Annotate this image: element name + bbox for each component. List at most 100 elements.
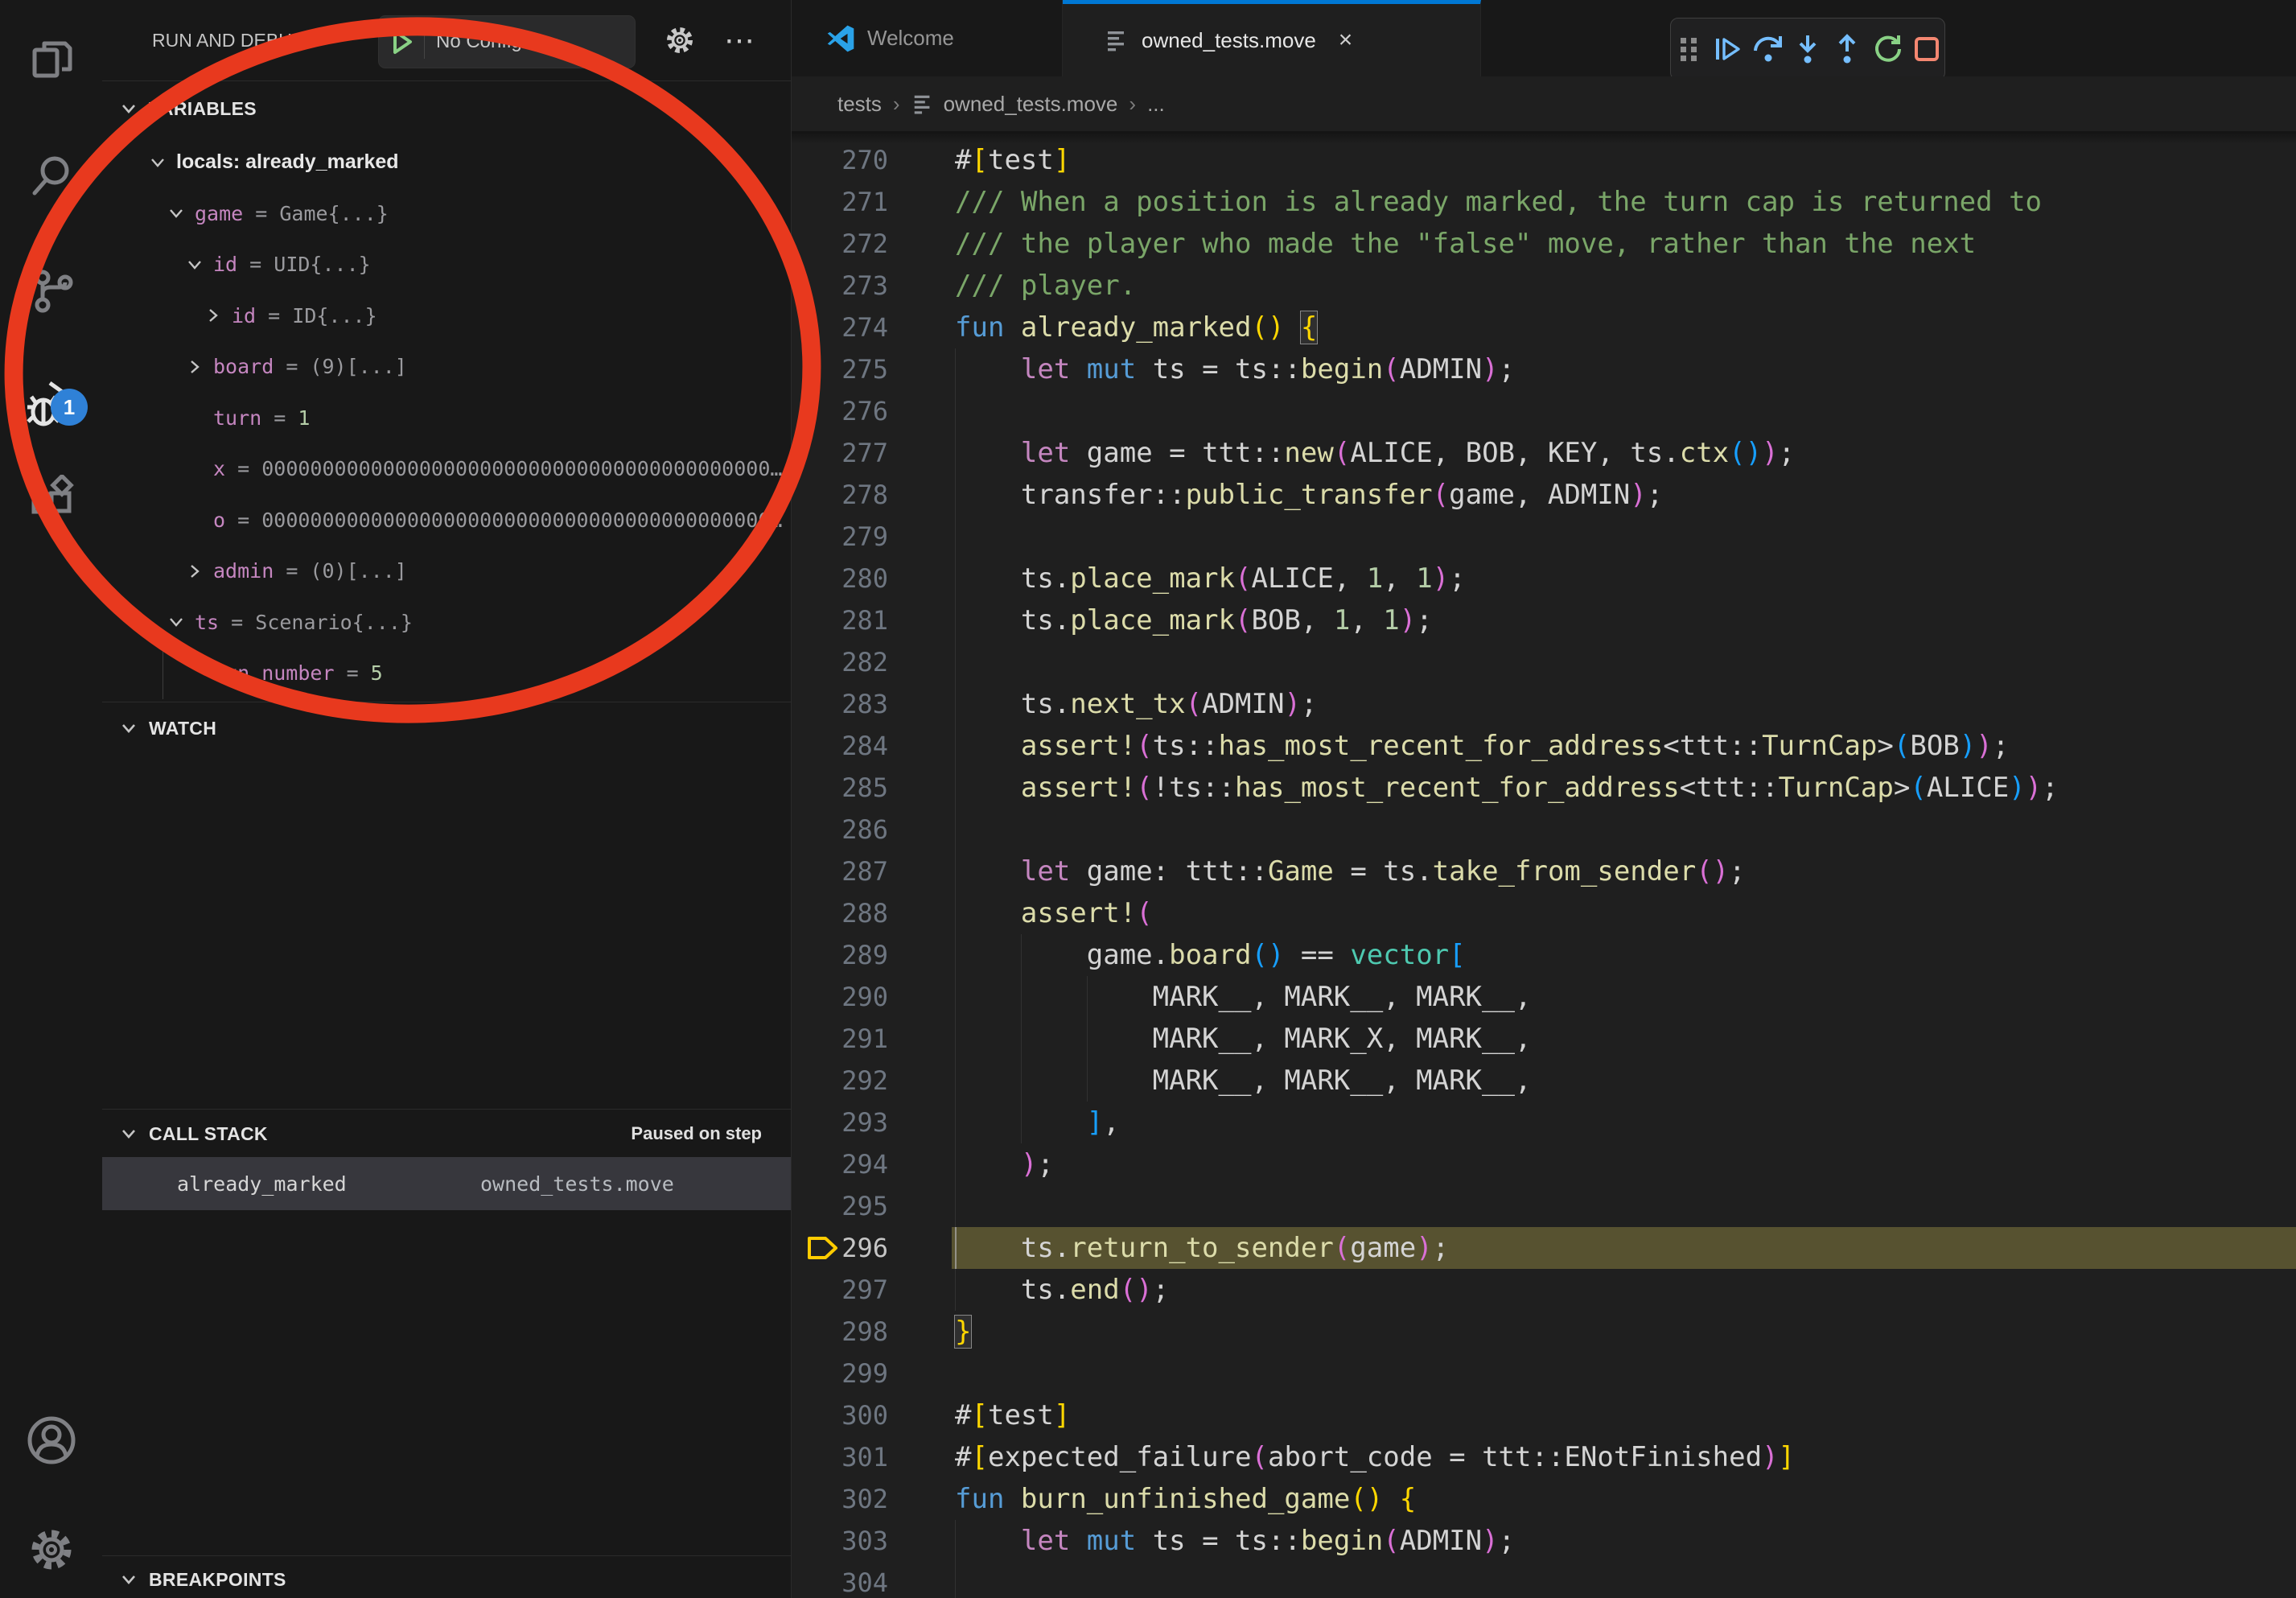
tree-chevron-icon[interactable] xyxy=(184,561,205,582)
code-line[interactable]: 271/// When a position is already marked… xyxy=(792,181,2296,223)
code-line[interactable]: 285 assert!(!ts::has_most_recent_for_add… xyxy=(792,767,2296,809)
breadcrumb-file[interactable]: owned_tests.move xyxy=(944,92,1118,117)
code-line[interactable]: 277 let game = ttt::new(ALICE, BOB, KEY,… xyxy=(792,432,2296,474)
line-number[interactable]: 301 xyxy=(792,1436,888,1478)
variable-row[interactable]: board = (9)[...] xyxy=(102,341,791,393)
tab-owned-tests[interactable]: owned_tests.move × xyxy=(1063,0,1481,76)
line-number[interactable]: 275 xyxy=(792,348,888,390)
code-text[interactable]: fun already_marked() { xyxy=(955,307,1317,348)
variable-row[interactable]: id = UID{...} xyxy=(102,239,791,290)
breadcrumb-symbol[interactable]: ... xyxy=(1147,92,1165,117)
code-line[interactable]: 297 ts.end(); xyxy=(792,1269,2296,1311)
code-line[interactable]: 286 xyxy=(792,809,2296,850)
code-text[interactable]: MARK__, MARK__, MARK__, xyxy=(955,976,1531,1018)
variables-section-header[interactable]: VARIABLES xyxy=(102,80,791,137)
code-text[interactable]: #[test] xyxy=(955,139,1070,181)
variable-row[interactable]: locals: already_marked xyxy=(102,137,791,188)
tab-welcome[interactable]: Welcome xyxy=(792,0,1063,76)
line-number[interactable]: 294 xyxy=(792,1143,888,1185)
line-number[interactable]: 298 xyxy=(792,1311,888,1353)
code-text[interactable]: ); xyxy=(955,1143,1054,1185)
line-number[interactable]: 280 xyxy=(792,558,888,599)
code-line[interactable]: 296 ts.return_to_sender(game); xyxy=(792,1227,2296,1269)
step-out-icon[interactable] xyxy=(1829,27,1865,71)
restart-icon[interactable] xyxy=(1869,27,1904,71)
variable-row[interactable]: txn_number = 5 xyxy=(102,648,791,699)
variable-row[interactable]: x = 000000000000000000000000000000000000… xyxy=(102,443,791,495)
variable-row[interactable]: turn = 1 xyxy=(102,393,791,444)
code-line[interactable]: 272 /// the player who made the "false" m… xyxy=(792,223,2296,265)
variable-row[interactable]: admin = (0)[...] xyxy=(102,546,791,597)
tree-chevron-icon[interactable] xyxy=(203,305,224,326)
code-line[interactable]: 301 #[expected_failure(abort_code = ttt::… xyxy=(792,1436,2296,1478)
code-line[interactable]: 289 game.board() == vector[ xyxy=(792,934,2296,976)
code-text[interactable]: #[expected_failure(abort_code = ttt::ENo… xyxy=(955,1436,1795,1478)
code-line[interactable]: 290 MARK__, MARK__, MARK__, xyxy=(792,976,2296,1018)
source-control-icon[interactable] xyxy=(0,249,102,333)
line-number[interactable]: 272 xyxy=(792,223,888,265)
line-number[interactable]: 302 xyxy=(792,1478,888,1520)
more-actions-icon[interactable]: ⋯ xyxy=(722,0,757,80)
code-text[interactable]: MARK__, MARK_X, MARK__, xyxy=(955,1018,1531,1060)
line-number[interactable]: 289 xyxy=(792,934,888,976)
code-text[interactable]: let game = ttt::new(ALICE, BOB, KEY, ts.… xyxy=(955,432,1795,474)
code-text[interactable]: let game: ttt::Game = ts.take_from_sende… xyxy=(955,850,1746,892)
code-line[interactable]: 273/// player. xyxy=(792,265,2296,307)
code-line[interactable]: 300#[test] xyxy=(792,1394,2296,1436)
code-text[interactable]: transfer::public_transfer(game, ADMIN); xyxy=(955,474,1663,516)
code-line[interactable]: 282 xyxy=(792,641,2296,683)
code-line[interactable]: 279 xyxy=(792,516,2296,558)
line-number[interactable]: 292 xyxy=(792,1060,888,1102)
code-text[interactable]: /// player. xyxy=(955,265,1136,307)
line-number[interactable]: 303 xyxy=(792,1520,888,1562)
line-number[interactable]: 283 xyxy=(792,683,888,725)
extensions-icon[interactable] xyxy=(0,455,102,539)
debug-settings-gear-icon[interactable] xyxy=(662,0,697,80)
line-number[interactable]: 279 xyxy=(792,516,888,558)
launch-config-dropdown[interactable]: No Configur xyxy=(378,15,636,68)
code-line[interactable]: 274fun already_marked() { xyxy=(792,307,2296,348)
line-number[interactable]: 278 xyxy=(792,474,888,516)
code-line[interactable]: 276 xyxy=(792,390,2296,432)
line-number[interactable]: 288 xyxy=(792,892,888,934)
line-number[interactable]: 286 xyxy=(792,809,888,850)
continue-icon[interactable] xyxy=(1710,27,1746,71)
code-text[interactable]: assert!(!ts::has_most_recent_for_address… xyxy=(955,767,2059,809)
search-icon[interactable] xyxy=(0,133,102,216)
code-line[interactable]: 288 assert!( xyxy=(792,892,2296,934)
code-line[interactable]: 293 ], xyxy=(792,1102,2296,1143)
code-text[interactable]: /// the player who made the "false" move… xyxy=(955,223,1976,265)
code-text[interactable]: ts.next_tx(ADMIN); xyxy=(955,683,1317,725)
code-line[interactable]: 281 ts.place_mark(BOB, 1, 1); xyxy=(792,599,2296,641)
tree-chevron-icon[interactable] xyxy=(166,612,187,632)
stop-icon[interactable] xyxy=(1909,27,1944,71)
code-line[interactable]: 295 xyxy=(792,1185,2296,1227)
line-number[interactable]: 299 xyxy=(792,1353,888,1394)
code-text[interactable]: ts.return_to_sender(game); xyxy=(955,1227,1449,1269)
line-number[interactable]: 293 xyxy=(792,1102,888,1143)
code-text[interactable]: MARK__, MARK__, MARK__, xyxy=(955,1060,1531,1102)
code-line[interactable]: 270 #[test] xyxy=(792,139,2296,181)
variable-row[interactable]: id = ID{...} xyxy=(102,290,791,342)
tree-chevron-icon[interactable] xyxy=(147,152,168,173)
call-stack-frame[interactable]: already_markedowned_tests.move xyxy=(102,1157,791,1210)
line-number[interactable]: 270 xyxy=(792,139,888,181)
code-text[interactable]: fun burn_unfinished_game() { xyxy=(955,1478,1416,1520)
line-number[interactable]: 297 xyxy=(792,1269,888,1311)
code-text[interactable]: ts.end(); xyxy=(955,1269,1169,1311)
line-number[interactable]: 281 xyxy=(792,599,888,641)
explorer-icon[interactable] xyxy=(0,17,102,101)
line-number[interactable]: 276 xyxy=(792,390,888,432)
code-line[interactable]: 298} xyxy=(792,1311,2296,1353)
call-stack-section-header[interactable]: CALL STACK Paused on step xyxy=(102,1109,791,1159)
code-text[interactable]: assert!(ts::has_most_recent_for_address<… xyxy=(955,725,2009,767)
code-line[interactable]: 283 ts.next_tx(ADMIN); xyxy=(792,683,2296,725)
code-line[interactable]: 291 MARK__, MARK_X, MARK__, xyxy=(792,1018,2296,1060)
line-number[interactable]: 296 xyxy=(792,1227,888,1269)
code-line[interactable]: 302 fun burn_unfinished_game() { xyxy=(792,1478,2296,1520)
code-line[interactable]: 280 ts.place_mark(ALICE, 1, 1); xyxy=(792,558,2296,599)
line-number[interactable]: 271 xyxy=(792,181,888,223)
code-line[interactable]: 287 let game: ttt::Game = ts.take_from_s… xyxy=(792,850,2296,892)
line-number[interactable]: 284 xyxy=(792,725,888,767)
code-line[interactable]: 294 ); xyxy=(792,1143,2296,1185)
